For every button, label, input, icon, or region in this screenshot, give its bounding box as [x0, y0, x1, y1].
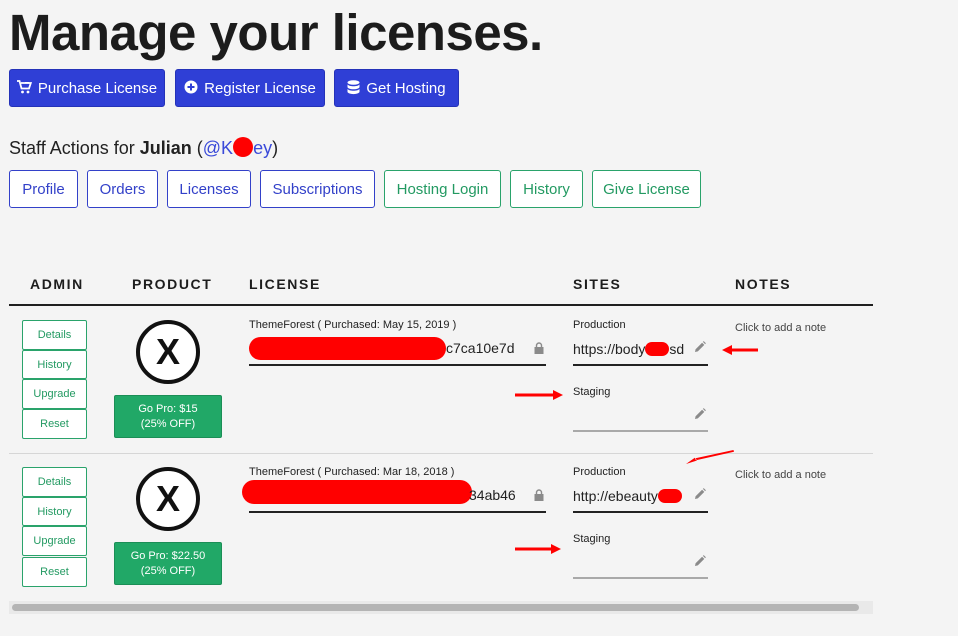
staff-hosting-login-button[interactable]: Hosting Login: [384, 170, 501, 208]
staff-licenses-button[interactable]: Licenses: [167, 170, 251, 208]
production-label: Production: [573, 319, 626, 331]
staff-history-button[interactable]: History: [510, 170, 583, 208]
redaction-mark: [645, 342, 670, 356]
annotation-arrow-icon: [515, 544, 561, 554]
upgrade-button[interactable]: Upgrade: [22, 379, 87, 409]
column-header-admin: ADMIN: [30, 276, 84, 292]
staging-site-field[interactable]: [573, 408, 685, 426]
add-note-link[interactable]: Click to add a note: [735, 322, 826, 334]
annotation-arrow-icon: [515, 390, 563, 400]
history-button[interactable]: History: [22, 350, 87, 379]
redaction-mark: [233, 137, 254, 157]
details-button[interactable]: Details: [22, 467, 87, 497]
pencil-icon[interactable]: [694, 408, 706, 420]
license-key-field[interactable]: 34ab46: [469, 487, 516, 503]
production-site-field[interactable]: http://ebeauty: [573, 488, 685, 504]
history-button[interactable]: History: [22, 497, 87, 526]
license-source: ThemeForest ( Purchased: May 15, 2019 ): [249, 319, 457, 331]
pencil-icon[interactable]: [694, 555, 706, 567]
staff-profile-button[interactable]: Profile: [9, 170, 78, 208]
purchase-license-button[interactable]: Purchase License: [9, 69, 165, 107]
staging-site-field[interactable]: [573, 555, 685, 573]
staging-label: Staging: [573, 386, 611, 398]
details-button[interactable]: Details: [22, 320, 87, 350]
production-site-field[interactable]: https://body sd: [573, 341, 685, 357]
purchase-license-label: Purchase License: [37, 79, 158, 97]
register-license-button[interactable]: Register License: [175, 69, 325, 107]
go-pro-button[interactable]: Go Pro: $22.50 (25% OFF): [114, 542, 222, 585]
license-source: ThemeForest ( Purchased: Mar 18, 2018 ): [249, 466, 455, 478]
reset-button[interactable]: Reset: [22, 409, 87, 439]
get-hosting-label: Get Hosting: [366, 79, 446, 97]
staging-field-underline: [573, 577, 708, 579]
redaction-mark: [242, 480, 472, 504]
production-field-underline: [573, 364, 708, 366]
redaction-mark: [657, 489, 682, 503]
horizontal-scrollbar-thumb[interactable]: [12, 604, 859, 611]
column-header-product: PRODUCT: [132, 276, 213, 292]
column-header-license: LICENSE: [249, 276, 321, 292]
production-label: Production: [573, 466, 626, 478]
plus-circle-icon: [184, 80, 198, 96]
page-title: Manage your licenses.: [9, 4, 543, 61]
pencil-icon[interactable]: [694, 341, 706, 353]
staff-subscriptions-button[interactable]: Subscriptions: [260, 170, 375, 208]
product-logo: X: [136, 320, 200, 384]
column-header-sites: SITES: [573, 276, 622, 292]
add-note-link[interactable]: Click to add a note: [735, 469, 826, 481]
license-field-underline: [249, 511, 546, 513]
staff-user-name: Julian: [139, 138, 192, 158]
annotation-arrow-icon: [722, 345, 758, 355]
staff-actions-heading: Staff Actions for Julian (@K ey): [9, 137, 279, 158]
pencil-icon[interactable]: [694, 488, 706, 500]
lock-icon: [534, 342, 544, 354]
staff-give-license-button[interactable]: Give License: [592, 170, 701, 208]
reset-button[interactable]: Reset: [22, 557, 87, 587]
column-header-notes: NOTES: [735, 276, 792, 292]
go-pro-button[interactable]: Go Pro: $15 (25% OFF): [114, 395, 222, 438]
production-field-underline: [573, 511, 708, 513]
product-logo: X: [136, 467, 200, 531]
redaction-mark: [249, 337, 446, 360]
lock-icon: [534, 489, 544, 501]
upgrade-button[interactable]: Upgrade: [22, 526, 87, 556]
staff-orders-button[interactable]: Orders: [87, 170, 158, 208]
register-license-label: Register License: [204, 79, 316, 97]
staging-label: Staging: [573, 533, 611, 545]
license-field-underline: [249, 364, 546, 366]
cart-icon: [16, 80, 32, 96]
license-key-field[interactable]: c7ca10e7d: [446, 340, 515, 356]
staff-user-handle[interactable]: @K ey: [203, 137, 272, 158]
staging-field-underline: [573, 430, 708, 432]
database-icon: [347, 79, 360, 97]
annotation-arrow-icon: [686, 450, 734, 464]
get-hosting-button[interactable]: Get Hosting: [334, 69, 459, 107]
